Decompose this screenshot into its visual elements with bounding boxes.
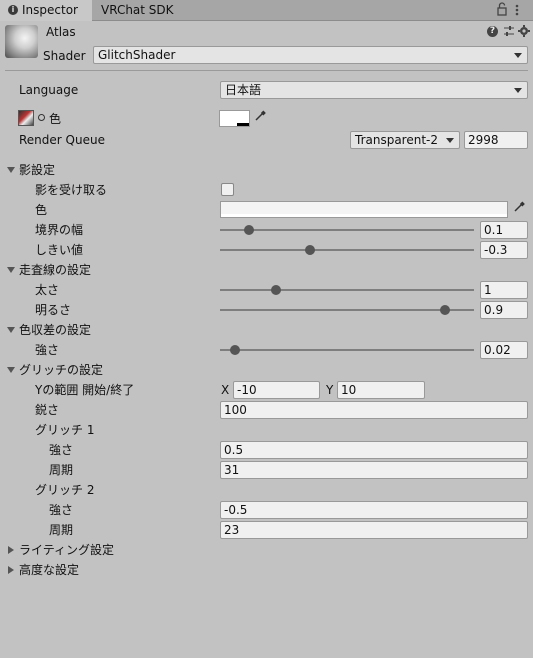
glitch1-period-input[interactable]: 31 bbox=[220, 461, 528, 479]
scanline-section-title[interactable]: 走査線の設定 bbox=[19, 261, 91, 279]
foldout-expanded-icon[interactable] bbox=[7, 167, 15, 173]
glitch-sharpness-label: 鋭さ bbox=[35, 403, 60, 417]
language-dropdown[interactable]: 日本語 bbox=[220, 81, 528, 99]
shadow-receive-checkbox[interactable] bbox=[221, 183, 234, 196]
glitch-y-label: Y bbox=[326, 383, 334, 397]
tab-vrchat-sdk[interactable]: VRChat SDK bbox=[92, 0, 202, 21]
slider-track bbox=[220, 229, 474, 231]
lock-icon[interactable] bbox=[496, 2, 508, 16]
scanline-brightness-input[interactable]: 0.9 bbox=[480, 301, 528, 319]
glitch-sharpness-input[interactable]: 100 bbox=[220, 401, 528, 419]
shader-label: Shader bbox=[43, 49, 86, 63]
glitch1-title: グリッチ 1 bbox=[35, 423, 95, 437]
color-label: 色 bbox=[49, 112, 62, 126]
foldout-collapsed-icon[interactable] bbox=[8, 546, 14, 554]
help-icon[interactable]: ? bbox=[487, 26, 498, 37]
render-queue-input[interactable]: 2998 bbox=[464, 131, 528, 149]
tab-inspector-label: Inspector bbox=[22, 3, 78, 17]
glitch-yrange-label: Yの範囲 開始/終了 bbox=[35, 383, 135, 397]
glitch2-period-label: 周期 bbox=[49, 523, 74, 537]
glitch-x-label: X bbox=[221, 383, 230, 397]
language-value: 日本語 bbox=[225, 83, 262, 97]
lighting-section-title[interactable]: ライティング設定 bbox=[19, 541, 114, 559]
scanline-brightness-label: 明るさ bbox=[35, 303, 72, 317]
tab-vrchat-sdk-label: VRChat SDK bbox=[101, 3, 174, 17]
eyedropper-icon[interactable] bbox=[252, 110, 268, 126]
chevron-down-icon bbox=[514, 88, 522, 93]
preset-sliders-icon[interactable] bbox=[503, 25, 515, 37]
render-queue-mode: Transparent-2 bbox=[355, 133, 439, 147]
aberration-section-title[interactable]: 色収差の設定 bbox=[19, 321, 91, 339]
slider-knob[interactable] bbox=[271, 285, 282, 295]
shader-dropdown[interactable]: GlitchShader bbox=[93, 46, 528, 64]
slider-knob[interactable] bbox=[244, 225, 255, 235]
slider-track bbox=[220, 249, 474, 251]
shadow-color-field[interactable] bbox=[220, 201, 508, 218]
shader-value: GlitchShader bbox=[98, 48, 176, 62]
chevron-down-icon bbox=[514, 53, 522, 58]
foldout-expanded-icon[interactable] bbox=[7, 367, 15, 373]
shadow-threshold-label: しきい値 bbox=[35, 243, 84, 257]
foldout-collapsed-icon[interactable] bbox=[8, 566, 14, 574]
foldout-expanded-icon[interactable] bbox=[7, 327, 15, 333]
header-divider bbox=[5, 70, 528, 71]
main-color-field[interactable] bbox=[219, 110, 250, 127]
glitch-section-title[interactable]: グリッチの設定 bbox=[19, 361, 103, 379]
advanced-section-title[interactable]: 高度な設定 bbox=[19, 561, 79, 579]
aberration-strength-input[interactable]: 0.02 bbox=[480, 341, 528, 359]
material-preview bbox=[5, 25, 38, 58]
slider-track bbox=[220, 289, 474, 291]
glitch2-period-input[interactable]: 23 bbox=[220, 521, 528, 539]
shadow-border-input[interactable]: 0.1 bbox=[480, 221, 528, 239]
aberration-strength-label: 強さ bbox=[35, 343, 60, 357]
scanline-thickness-label: 太さ bbox=[35, 283, 60, 297]
render-queue-dropdown[interactable]: Transparent-2 bbox=[350, 131, 460, 149]
glitch1-period-label: 周期 bbox=[49, 463, 74, 477]
glitch-y-input[interactable]: 10 bbox=[337, 381, 425, 399]
glitch-x-input[interactable]: -10 bbox=[233, 381, 320, 399]
shadow-threshold-input[interactable]: -0.3 bbox=[480, 241, 528, 259]
glitch2-strength-input[interactable]: -0.5 bbox=[220, 501, 528, 519]
more-menu-icon[interactable] bbox=[513, 3, 521, 17]
texture-slot[interactable] bbox=[18, 110, 34, 126]
scanline-thickness-input[interactable]: 1 bbox=[480, 281, 528, 299]
glitch1-strength-label: 強さ bbox=[49, 443, 74, 457]
slider-knob[interactable] bbox=[229, 345, 240, 355]
glitch2-strength-label: 強さ bbox=[49, 503, 74, 517]
eyedropper-icon[interactable] bbox=[511, 201, 527, 217]
alpha-bar bbox=[237, 123, 249, 126]
language-label: Language bbox=[19, 83, 79, 97]
shadow-border-label: 境界の幅 bbox=[35, 223, 84, 237]
material-name: Atlas bbox=[46, 25, 76, 39]
info-icon: i bbox=[8, 5, 18, 15]
texture-select-icon[interactable] bbox=[38, 114, 45, 121]
glitch2-title: グリッチ 2 bbox=[35, 483, 95, 497]
chevron-down-icon bbox=[446, 138, 454, 143]
shadow-receive-label: 影を受け取る bbox=[35, 183, 108, 197]
tab-inspector[interactable]: i Inspector bbox=[0, 0, 92, 21]
shadow-alpha-bar bbox=[221, 214, 507, 217]
glitch1-strength-input[interactable]: 0.5 bbox=[220, 441, 528, 459]
foldout-expanded-icon[interactable] bbox=[7, 267, 15, 273]
render-queue-label: Render Queue bbox=[19, 133, 105, 147]
shadow-section-title[interactable]: 影設定 bbox=[19, 161, 55, 179]
slider-track bbox=[220, 309, 474, 311]
gear-icon[interactable] bbox=[518, 25, 530, 37]
shadow-color-label: 色 bbox=[35, 203, 48, 217]
slider-knob[interactable] bbox=[305, 245, 316, 255]
slider-knob[interactable] bbox=[439, 305, 450, 315]
slider-track bbox=[220, 349, 474, 351]
